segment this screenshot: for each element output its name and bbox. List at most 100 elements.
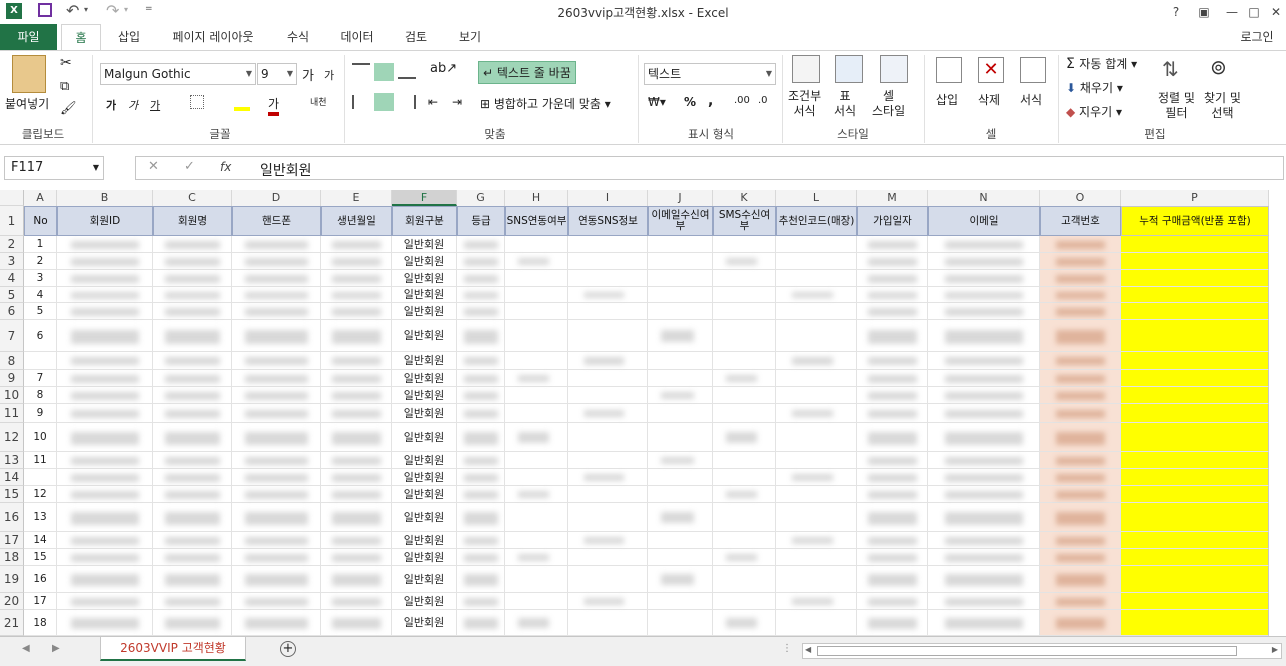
table-cell[interactable]: 2 <box>24 253 57 270</box>
column-header-i[interactable]: I <box>568 190 648 206</box>
table-cell[interactable]: 일반회원 <box>392 549 457 566</box>
table-cell[interactable] <box>505 532 568 549</box>
conditional-format-icon[interactable] <box>792 55 820 83</box>
row-header[interactable]: 3 <box>0 253 24 270</box>
sort-filter-icon[interactable]: ⇅ <box>1162 57 1179 81</box>
increase-decimal-icon[interactable]: .00 <box>734 95 750 106</box>
header-cell-e[interactable]: 생년월일 <box>321 206 392 236</box>
table-cell[interactable]: 일반회원 <box>392 593 457 610</box>
table-cell[interactable] <box>776 549 857 566</box>
table-cell[interactable]: 14 <box>24 532 57 549</box>
bold-button[interactable]: 가 <box>106 97 116 113</box>
table-cell[interactable] <box>505 352 568 370</box>
row-header[interactable]: 20 <box>0 593 24 610</box>
binoculars-icon[interactable]: ⊚ <box>1210 55 1227 79</box>
tab-review[interactable]: 검토 <box>396 24 436 50</box>
header-cell-h[interactable]: SNS연동여부 <box>505 206 568 236</box>
table-cell[interactable]: 일반회원 <box>392 387 457 404</box>
table-cell[interactable] <box>648 352 713 370</box>
percent-button[interactable]: % <box>684 95 696 109</box>
cell-styles-button[interactable]: 셀 스타일 <box>872 89 905 119</box>
decrease-indent-icon[interactable]: ⇤ <box>428 95 438 109</box>
header-cell-d[interactable]: 핸드폰 <box>232 206 321 236</box>
cut-icon[interactable]: ✂ <box>60 55 72 71</box>
table-cell[interactable] <box>568 423 648 452</box>
table-cell[interactable] <box>1121 503 1269 532</box>
table-cell[interactable]: 일반회원 <box>392 404 457 423</box>
column-header-c[interactable]: C <box>153 190 232 206</box>
row-header[interactable]: 2 <box>0 236 24 253</box>
tab-formulas[interactable]: 수식 <box>280 24 316 50</box>
column-header-e[interactable]: E <box>321 190 392 206</box>
scrollbar-thumb[interactable] <box>817 646 1237 656</box>
column-header-p[interactable]: P <box>1121 190 1269 206</box>
table-cell[interactable]: 일반회원 <box>392 352 457 370</box>
table-cell[interactable] <box>648 236 713 253</box>
column-header-m[interactable]: M <box>857 190 928 206</box>
row-header[interactable]: 15 <box>0 486 24 503</box>
number-format-combo[interactable]: 텍스트 ▼ <box>644 63 776 85</box>
table-cell[interactable] <box>505 303 568 320</box>
row-header[interactable]: 7 <box>0 320 24 352</box>
table-cell[interactable] <box>648 287 713 303</box>
row-header[interactable]: 11 <box>0 404 24 423</box>
table-cell[interactable]: 8 <box>24 387 57 404</box>
row-header[interactable]: 12 <box>0 423 24 452</box>
table-cell[interactable] <box>713 593 776 610</box>
header-cell-n[interactable]: 이메일 <box>928 206 1040 236</box>
table-cell[interactable] <box>568 566 648 593</box>
table-cell[interactable] <box>1121 253 1269 270</box>
italic-button[interactable]: 가 <box>128 97 138 113</box>
header-cell-k[interactable]: SMS수신여부 <box>713 206 776 236</box>
column-header-f[interactable]: F <box>392 190 457 206</box>
orientation-icon[interactable]: ab↗ <box>430 61 457 76</box>
cell-styles-icon[interactable] <box>880 55 908 83</box>
header-cell-f[interactable]: 회원구분 <box>392 206 457 236</box>
name-box[interactable]: F117 ▼ <box>4 156 104 180</box>
column-header-l[interactable]: L <box>776 190 857 206</box>
format-painter-icon[interactable]: 🖌 <box>60 101 77 116</box>
table-cell[interactable] <box>1121 549 1269 566</box>
delete-cells-button[interactable]: 삭제 <box>978 91 1000 108</box>
row-header[interactable]: 8 <box>0 352 24 370</box>
table-cell[interactable] <box>648 423 713 452</box>
table-cell[interactable] <box>1121 370 1269 387</box>
column-header-d[interactable]: D <box>232 190 321 206</box>
table-cell[interactable] <box>713 236 776 253</box>
column-header-o[interactable]: O <box>1040 190 1121 206</box>
align-middle-icon[interactable] <box>374 63 394 81</box>
row-header[interactable]: 5 <box>0 287 24 303</box>
next-sheet-icon[interactable]: ▶ <box>52 643 60 654</box>
table-cell[interactable] <box>648 303 713 320</box>
header-cell-c[interactable]: 회원명 <box>153 206 232 236</box>
format-cells-icon[interactable] <box>1020 57 1046 83</box>
table-cell[interactable] <box>776 610 857 636</box>
minimize-button[interactable]: — <box>1222 2 1242 22</box>
table-cell[interactable] <box>568 303 648 320</box>
table-cell[interactable] <box>776 486 857 503</box>
table-cell[interactable]: 일반회원 <box>392 370 457 387</box>
table-cell[interactable]: 일반회원 <box>392 287 457 303</box>
fill-button[interactable]: ⬇ 채우기 ▾ <box>1066 79 1123 96</box>
table-cell[interactable] <box>776 303 857 320</box>
table-cell[interactable] <box>648 593 713 610</box>
find-select-button[interactable]: 찾기 및 선택 <box>1204 91 1241 121</box>
ribbon-display-button[interactable]: ▣ <box>1194 2 1214 22</box>
header-cell-i[interactable]: 연동SNS정보 <box>568 206 648 236</box>
header-cell-a[interactable]: No <box>24 206 57 236</box>
table-cell[interactable]: 일반회원 <box>392 253 457 270</box>
table-cell[interactable] <box>713 566 776 593</box>
table-cell[interactable] <box>1121 593 1269 610</box>
table-cell[interactable] <box>713 287 776 303</box>
fill-color-icon[interactable] <box>234 93 250 111</box>
table-cell[interactable] <box>1121 566 1269 593</box>
scroll-right-icon[interactable]: ▶ <box>1272 645 1278 654</box>
table-cell[interactable]: 일반회원 <box>392 452 457 469</box>
copy-icon[interactable]: ⧉ <box>60 79 69 94</box>
table-cell[interactable]: 일반회원 <box>392 503 457 532</box>
table-cell[interactable] <box>24 352 57 370</box>
table-cell[interactable] <box>1121 404 1269 423</box>
grow-font-button[interactable]: 가 <box>302 65 314 84</box>
table-cell[interactable] <box>1121 320 1269 352</box>
font-size-combo[interactable]: 9 ▼ <box>257 63 297 85</box>
